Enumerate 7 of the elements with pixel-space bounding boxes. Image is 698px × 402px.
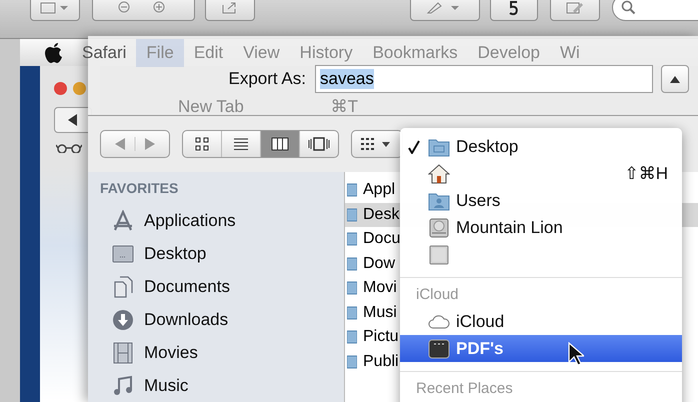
export-as-label: Export As: (228, 69, 306, 90)
menu-item-label: New Tab (178, 97, 244, 117)
menu-section-header: Recent Places (415, 380, 514, 399)
shortcut-label: ⌘T (330, 97, 358, 117)
shortcut-label: ⇧⌘H (624, 164, 668, 184)
sidebar-heading: FAVORITES (100, 180, 180, 196)
menu-section-header: iCloud (415, 286, 460, 305)
